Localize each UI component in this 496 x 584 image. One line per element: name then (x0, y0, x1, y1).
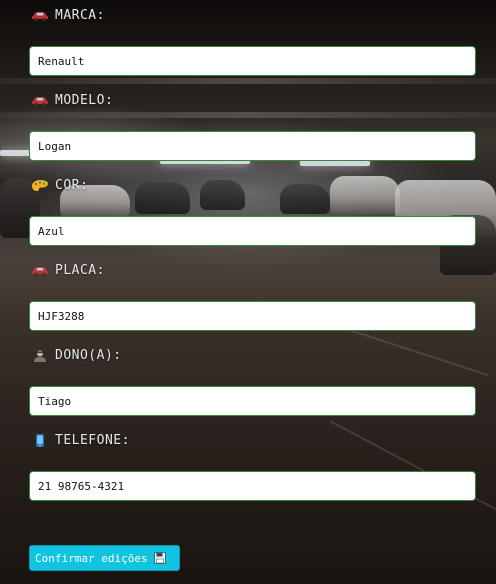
dono-input[interactable] (29, 386, 476, 416)
placa-label-text: PLACA: (55, 263, 105, 278)
telefone-label: TELEFONE: (31, 433, 130, 448)
placa-label: PLACA: (31, 263, 105, 278)
placa-input[interactable] (29, 301, 476, 331)
marca-label-text: MARCA: (55, 8, 105, 23)
modelo-label: MODELO: (31, 93, 113, 108)
car-icon (32, 12, 48, 22)
modelo-input[interactable] (29, 131, 476, 161)
confirm-edits-button[interactable]: Confirmar edições (29, 545, 180, 571)
cor-label-text: COR: (55, 178, 89, 193)
car-icon (32, 97, 48, 107)
marca-label: MARCA: (31, 8, 105, 23)
modelo-label-text: MODELO: (55, 93, 114, 108)
telefone-input[interactable] (29, 471, 476, 501)
cor-label: COR: (31, 178, 88, 193)
telefone-label-text: TELEFONE: (55, 433, 130, 448)
dono-label: DONO(A): (31, 348, 122, 363)
cor-input[interactable] (29, 216, 476, 246)
palette-icon (32, 180, 48, 191)
car-edit-form: MARCA: MODELO: COR: P (0, 0, 496, 584)
car-icon (32, 267, 48, 277)
person-icon (34, 350, 46, 362)
phone-icon (36, 434, 44, 447)
dono-label-text: DONO(A): (55, 348, 122, 363)
floppy-disk-icon (153, 552, 166, 564)
marca-input[interactable] (29, 46, 476, 76)
confirm-edits-label: Confirmar edições (35, 551, 148, 565)
